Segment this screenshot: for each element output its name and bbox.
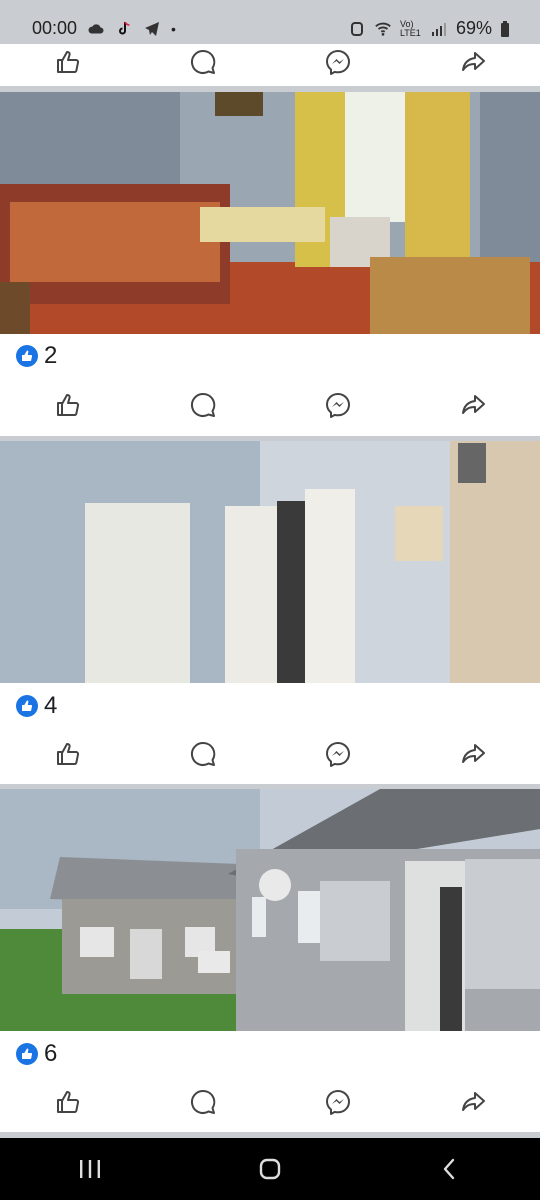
signal-icon xyxy=(431,22,446,36)
like-button[interactable] xyxy=(0,1078,135,1126)
room-photo-illustration xyxy=(0,92,540,334)
post-card: 2 xyxy=(0,92,540,436)
messenger-icon xyxy=(325,742,350,767)
like-reaction-icon xyxy=(16,345,38,367)
messenger-button[interactable] xyxy=(270,38,405,86)
share-icon xyxy=(461,1092,485,1111)
comment-button[interactable] xyxy=(135,730,270,778)
reaction-summary[interactable]: 6 xyxy=(16,1040,57,1068)
like-reaction-icon xyxy=(16,1043,38,1065)
reaction-count: 4 xyxy=(44,692,58,719)
like-icon xyxy=(56,51,79,73)
messenger-icon xyxy=(325,1090,350,1115)
share-icon xyxy=(461,744,485,763)
like-button[interactable] xyxy=(0,730,135,778)
like-icon xyxy=(56,743,79,765)
like-icon xyxy=(56,394,79,416)
comment-button[interactable] xyxy=(135,1078,270,1126)
messenger-icon xyxy=(325,50,350,75)
house-photo-illustration xyxy=(0,789,540,1031)
messenger-icon xyxy=(325,393,350,418)
comment-icon xyxy=(190,49,215,74)
system-nav-bar xyxy=(0,1138,540,1200)
tiktok-icon xyxy=(119,21,130,34)
comment-icon xyxy=(190,741,215,766)
home-icon xyxy=(259,1158,281,1180)
share-button[interactable] xyxy=(405,1078,540,1126)
post-card: 4 xyxy=(0,441,540,784)
post-photo[interactable] xyxy=(0,92,540,334)
reaction-count: 2 xyxy=(44,342,58,369)
back-icon xyxy=(443,1158,455,1180)
like-reaction-icon xyxy=(16,695,38,717)
share-button[interactable] xyxy=(405,381,540,429)
post-actions xyxy=(0,1078,540,1126)
cloud-icon xyxy=(88,23,104,33)
battery-text: 69% xyxy=(455,18,492,38)
share-button[interactable] xyxy=(405,38,540,86)
home-button[interactable] xyxy=(240,1149,300,1189)
reaction-summary[interactable]: 4 xyxy=(16,692,57,720)
status-time: 00:00 xyxy=(32,18,78,38)
post-actions xyxy=(0,730,540,778)
comment-icon xyxy=(190,392,215,417)
recents-icon xyxy=(80,1160,100,1178)
post-photo[interactable] xyxy=(0,441,540,683)
post-photo[interactable] xyxy=(0,789,540,1031)
dot-icon: • xyxy=(171,20,176,37)
messenger-button[interactable] xyxy=(270,730,405,778)
like-button[interactable] xyxy=(0,381,135,429)
post-card xyxy=(0,44,540,86)
share-icon xyxy=(461,52,485,71)
telegram-icon xyxy=(145,21,160,36)
comment-button[interactable] xyxy=(135,38,270,86)
share-button[interactable] xyxy=(405,730,540,778)
messenger-button[interactable] xyxy=(270,381,405,429)
post-actions xyxy=(0,381,540,429)
wifi-icon xyxy=(375,22,391,36)
like-icon xyxy=(56,1091,79,1113)
comment-icon xyxy=(190,1089,215,1114)
reaction-count: 6 xyxy=(44,1040,58,1067)
alarm-icon xyxy=(350,21,363,36)
comment-button[interactable] xyxy=(135,381,270,429)
messenger-button[interactable] xyxy=(270,1078,405,1126)
network-label: Vo) LTE1 xyxy=(399,18,421,38)
like-button[interactable] xyxy=(0,38,135,86)
share-icon xyxy=(461,395,485,414)
doors-photo-illustration xyxy=(0,441,540,683)
back-button[interactable] xyxy=(420,1149,480,1189)
recents-button[interactable] xyxy=(60,1149,120,1189)
post-card: 6 xyxy=(0,789,540,1132)
reaction-summary[interactable]: 2 xyxy=(16,342,57,370)
post-actions xyxy=(0,38,540,86)
battery-icon xyxy=(501,20,509,37)
